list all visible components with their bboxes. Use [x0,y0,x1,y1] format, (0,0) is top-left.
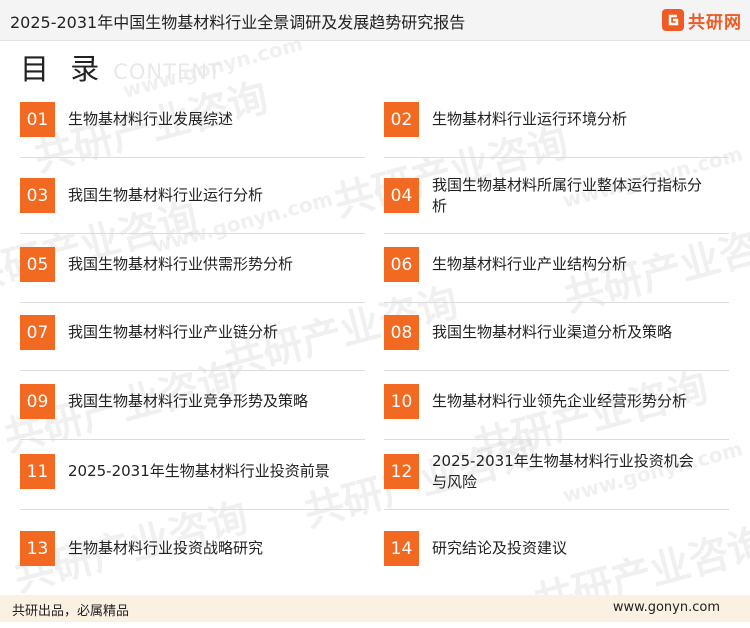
toc-item-number: 04 [384,178,419,213]
toc-item-01[interactable]: 01 生物基材料行业发展综述 [20,102,365,172]
toc-item-label: 生物基材料行业运行环境分析 [432,110,628,128]
toc-item-label: 我国生物基材料行业运行分析 [68,186,264,204]
toc-item-label: 2025-2031年生物基材料行业投资前景 [68,462,330,480]
toc-item-number: 14 [384,531,419,566]
toc-item-07[interactable]: 07 我国生物基材料行业产业链分析 [20,315,365,385]
toc-item-number: 06 [384,247,419,282]
divider [20,302,365,303]
toc-item-13[interactable]: 13 生物基材料行业投资战略研究 [20,531,365,601]
toc-item-number: 13 [20,531,55,566]
toc-item-number: 11 [20,454,55,489]
footer-bar: 共研出品，必属精品 www.gonyn.com [0,595,750,622]
toc-item-number: 01 [20,102,55,137]
toc-item-04[interactable]: 04 我国生物基材料所属行业整体运行指标分析 [384,175,729,248]
toc-item-label: 我国生物基材料行业渠道分析及策略 [432,323,673,341]
toc-item-label: 我国生物基材料行业竞争形势及策略 [68,392,309,410]
toc-item-11[interactable]: 11 2025-2031年生物基材料行业投资前景 [20,454,365,524]
toc-item-05[interactable]: 05 我国生物基材料行业供需形势分析 [20,247,365,317]
divider [384,439,729,440]
divider [384,370,729,371]
toc-item-label: 生物基材料行业领先企业经营形势分析 [432,392,688,410]
divider [20,157,365,158]
toc-item-label: 我国生物基材料行业供需形势分析 [68,255,294,273]
divider [20,439,365,440]
footer-website-link[interactable]: www.gonyn.com [613,600,720,615]
toc-item-number: 08 [384,315,419,350]
divider [384,157,729,158]
divider [20,233,365,234]
toc-item-number: 03 [20,178,55,213]
toc-item-number: 10 [384,384,419,419]
toc-item-label: 生物基材料行业投资战略研究 [68,539,264,557]
toc-item-number: 02 [384,102,419,137]
toc-item-label: 我国生物基材料行业产业链分析 [68,323,279,341]
toc-item-09[interactable]: 09 我国生物基材料行业竞争形势及策略 [20,384,365,454]
divider [384,509,729,510]
toc-item-02[interactable]: 02 生物基材料行业运行环境分析 [384,102,729,172]
toc-item-number: 12 [384,454,419,489]
toc-item-number: 07 [20,315,55,350]
toc-item-number: 09 [20,384,55,419]
toc-item-label: 2025-2031年生物基材料行业投资机会与风险 [432,451,694,491]
toc-item-12[interactable]: 12 2025-2031年生物基材料行业投资机会与风险 [384,451,729,524]
divider [20,370,365,371]
toc-item-03[interactable]: 03 我国生物基材料行业运行分析 [20,178,365,248]
toc-item-label: 我国生物基材料所属行业整体运行指标分析 [432,175,703,215]
toc-item-label: 生物基材料行业产业结构分析 [432,255,628,273]
toc-item-label: 研究结论及投资建议 [432,539,568,557]
divider [384,233,729,234]
divider [20,509,365,510]
toc-item-08[interactable]: 08 我国生物基材料行业渠道分析及策略 [384,315,729,385]
toc-item-06[interactable]: 06 生物基材料行业产业结构分析 [384,247,729,317]
toc-item-14[interactable]: 14 研究结论及投资建议 [384,531,729,601]
toc-item-label: 生物基材料行业发展综述 [68,110,234,128]
toc-item-number: 05 [20,247,55,282]
divider [384,302,729,303]
footer-slogan: 共研出品，必属精品 [12,604,130,619]
toc-item-10[interactable]: 10 生物基材料行业领先企业经营形势分析 [384,384,729,454]
toc-list: 01 生物基材料行业发展综述 02 生物基材料行业运行环境分析 03 我国生物基… [0,0,750,622]
